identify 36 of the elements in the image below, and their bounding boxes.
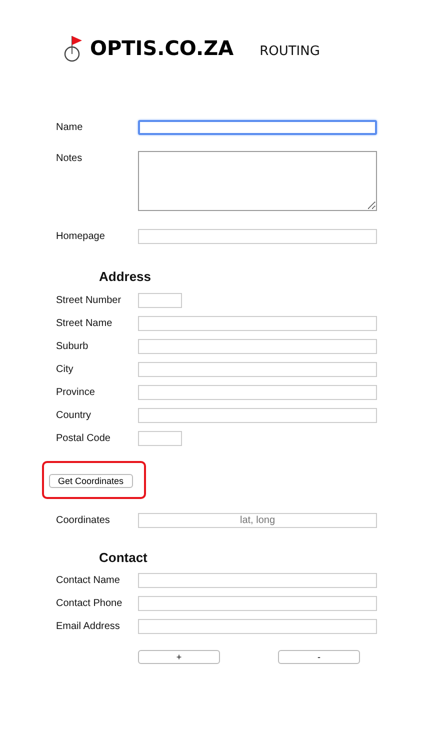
input-field[interactable] [138, 408, 377, 422]
field-label: Email Address [56, 620, 121, 634]
field-label: Homepage [56, 230, 106, 244]
remove-button[interactable]: - [278, 650, 360, 664]
field-label: Street Number [56, 294, 122, 308]
field-label: Name [56, 121, 84, 135]
coordinates-field[interactable]: lat, long [138, 512, 377, 528]
field-label: City [56, 362, 74, 376]
field-label: Postal Code [56, 432, 112, 446]
field-label: Contact Name [56, 574, 121, 588]
field-label: Coordinates [56, 514, 111, 528]
subtitle: ROUTING [260, 43, 320, 62]
field-label: Suburb [56, 340, 90, 354]
input-field[interactable] [138, 316, 377, 330]
input-field[interactable] [138, 120, 377, 135]
notes-field[interactable] [138, 151, 377, 211]
field-label: Contact Phone [56, 597, 124, 611]
input-field[interactable] [138, 619, 377, 634]
input-field[interactable] [138, 362, 377, 376]
input-field[interactable] [138, 338, 377, 354]
input-field[interactable] [138, 229, 377, 244]
input-field[interactable] [138, 292, 182, 308]
section-heading: Contact [99, 548, 148, 566]
get-coordinates-button[interactable]: Get Coordinates [49, 474, 133, 488]
input-field[interactable] [138, 596, 377, 611]
flag-icon [62, 34, 84, 62]
section-heading: Address [99, 268, 152, 286]
field-label: Street Name [56, 316, 114, 330]
input-field[interactable] [138, 430, 182, 446]
field-label: Notes [56, 152, 84, 166]
add-button[interactable]: + [138, 650, 220, 664]
input-field[interactable] [138, 384, 377, 400]
field-label: Province [56, 386, 96, 400]
input-field[interactable] [138, 573, 377, 588]
logo-text: OPTIS.CO.ZA [90, 35, 234, 62]
field-label: Country [56, 408, 92, 422]
